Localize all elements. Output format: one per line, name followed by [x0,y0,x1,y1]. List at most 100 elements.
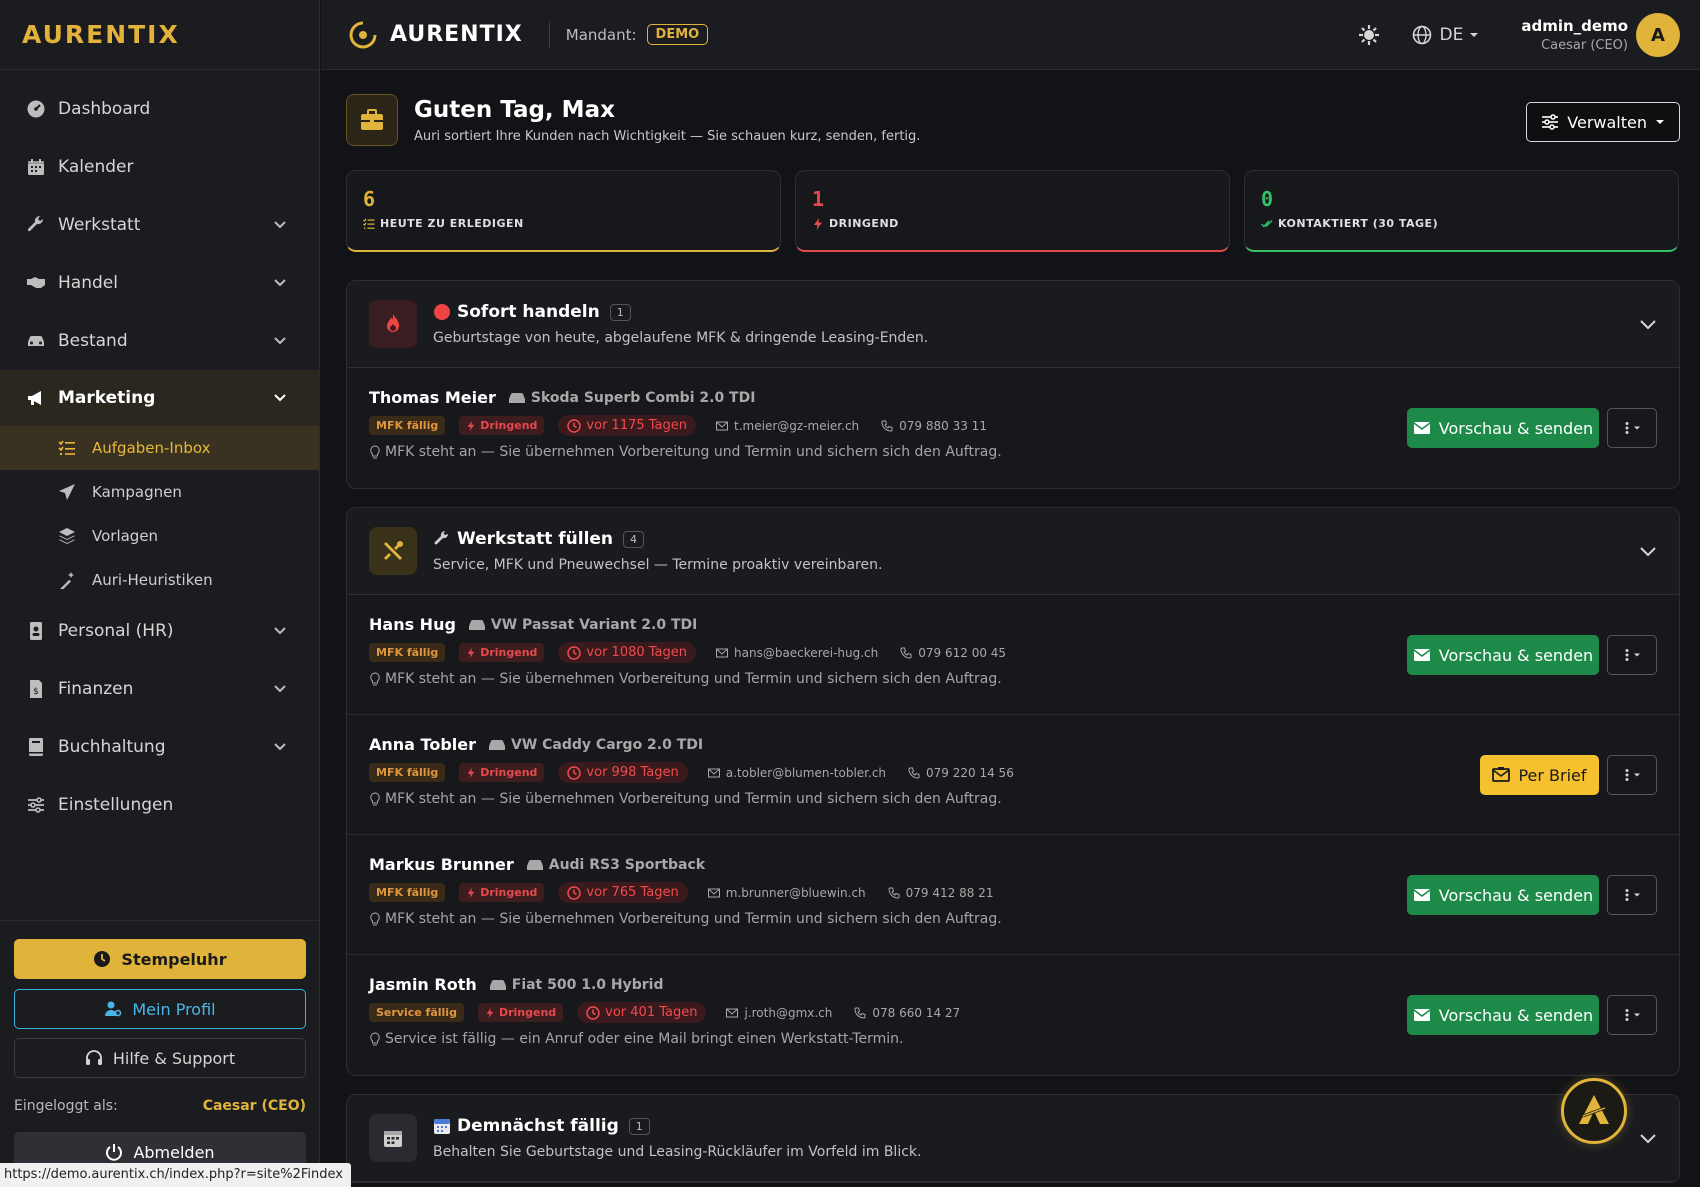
sidebar-item-kalender[interactable]: Kalender [0,138,319,196]
car-icon [526,859,543,870]
sidebar-item-bestand[interactable]: Bestand [0,312,319,370]
chevron-down-icon [274,627,286,635]
sidebar-item-label: Bestand [58,331,128,351]
envelope-icon [707,888,720,897]
customer-phone[interactable]: 078 660 14 27 [854,1006,960,1020]
sidebar-brand[interactable]: AURENTIX [0,0,319,70]
more-options-button[interactable] [1607,408,1657,448]
chevron-down-icon[interactable] [1639,542,1657,560]
sidebar-item-personal[interactable]: Personal (HR) [0,602,319,660]
mein-profil-label: Mein Profil [132,999,216,1019]
send-button-label: Vorschau & senden [1438,418,1594,438]
age-badge-text: vor 765 Tagen [586,885,679,900]
send-button-label: Vorschau & senden [1438,885,1594,905]
topbar-logo[interactable]: AURENTIX [348,20,523,50]
customer-email[interactable]: j.roth@gmx.ch [726,1006,832,1020]
page-header: Guten Tag, Max Auri sortiert Ihre Kunden… [346,70,1680,170]
customer-phone[interactable]: 079 612 00 45 [900,646,1006,660]
send-button-label: Vorschau & senden [1438,645,1594,665]
customer-phone[interactable]: 079 880 33 11 [881,419,987,433]
per-brief-button[interactable]: Per Brief [1480,755,1599,795]
more-options-button[interactable] [1607,755,1657,795]
chevron-down-icon [274,337,286,345]
status-badge: Service fällig [369,1003,464,1022]
stat-card-heute[interactable]: 6 HEUTE ZU ERLEDIGEN [346,170,781,252]
sidebar-item-handel[interactable]: Handel [0,254,319,312]
task-actions: Vorschau & senden [1407,635,1657,675]
sidebar-subitem-label: Aufgaben-Inbox [92,439,211,457]
vehicle-info: Fiat 500 1.0 Hybrid [489,977,664,993]
section-header[interactable]: Demnächst fällig 1 Behalten Sie Geburtst… [347,1095,1679,1182]
customer-email[interactable]: a.tobler@blumen-tobler.ch [707,766,886,780]
sidebar-subitem-auri-heuristiken[interactable]: Auri-Heuristiken [0,558,319,602]
customer-email[interactable]: m.brunner@bluewin.ch [707,886,866,900]
customer-phone[interactable]: 079 220 14 56 [908,766,1014,780]
customer-name[interactable]: Markus Brunner [369,855,514,874]
customer-name[interactable]: Anna Tobler [369,735,476,754]
stats-row: 6 HEUTE ZU ERLEDIGEN 1 DRINGEND 0 KONTAK… [346,170,1680,252]
vehicle-info: Skoda Superb Combi 2.0 TDI [508,390,755,406]
customer-name[interactable]: Hans Hug [369,615,456,634]
phone-icon [888,887,900,899]
bolt-icon [467,420,475,431]
avatar[interactable]: A [1636,13,1680,57]
customer-name[interactable]: Jasmin Roth [369,975,477,994]
user-menu[interactable]: admin_demo Caesar (CEO) [1521,17,1628,53]
age-badge-text: vor 401 Tagen [605,1005,698,1020]
verwalten-button[interactable]: Verwalten [1526,102,1680,142]
sidebar-item-buchhaltung[interactable]: Buchhaltung [0,718,319,776]
car-icon [489,979,506,990]
topbar-right: DE admin_demo Caesar (CEO) A [1358,0,1700,70]
phone-icon [854,1007,866,1019]
hilfe-support-button[interactable]: Hilfe & Support [14,1038,306,1078]
sidebar-item-werkstatt[interactable]: Werkstatt [0,196,319,254]
mandant-badge: DEMO [646,24,709,45]
age-badge: vor 1175 Tagen [558,415,697,436]
customer-name[interactable]: Thomas Meier [369,388,496,407]
stempeluhr-button[interactable]: Stempeluhr [14,939,306,979]
sidebar-item-finanzen[interactable]: $ Finanzen [0,660,319,718]
vehicle-name: VW Caddy Cargo 2.0 TDI [511,736,704,753]
envelope-icon [1413,889,1431,901]
auri-assistant-button[interactable] [1561,1078,1627,1144]
urgent-badge-text: Dringend [498,1006,557,1019]
mandant-selector[interactable]: Mandant: DEMO [566,24,709,45]
envelope-icon [716,421,729,430]
vehicle-name: Fiat 500 1.0 Hybrid [511,976,664,993]
sidebar-item-dashboard[interactable]: Dashboard [0,80,319,138]
red-circle-icon [433,303,451,321]
age-badge-text: vor 1080 Tagen [586,645,688,660]
sliders-icon [24,793,48,817]
vorschau-senden-button[interactable]: Vorschau & senden [1407,635,1599,675]
sidebar-item-marketing[interactable]: Marketing [0,370,319,426]
abmelden-label: Abmelden [133,1142,215,1162]
vorschau-senden-button[interactable]: Vorschau & senden [1407,995,1599,1035]
language-dropdown[interactable]: DE [1412,25,1488,45]
sidebar-subitem-kampagnen[interactable]: Kampagnen [0,470,319,514]
stat-card-kontaktiert[interactable]: 0 KONTAKTIERT (30 TAGE) [1244,170,1679,252]
sidebar-item-einstellungen[interactable]: Einstellungen [0,776,319,834]
more-options-button[interactable] [1607,635,1657,675]
stat-value: 0 [1261,187,1274,211]
sidebar-subitem-vorlagen[interactable]: Vorlagen [0,514,319,558]
more-options-button[interactable] [1607,995,1657,1035]
customer-email[interactable]: t.meier@gz-meier.ch [716,419,859,433]
stat-label: DRINGEND [812,217,1213,230]
section-header[interactable]: Werkstatt füllen 4 Service, MFK und Pneu… [347,508,1679,595]
customer-email[interactable]: hans@baeckerei-hug.ch [716,646,878,660]
chevron-down-icon[interactable] [1639,315,1657,333]
theme-toggle-icon[interactable] [1358,24,1380,46]
vorschau-senden-button[interactable]: Vorschau & senden [1407,875,1599,915]
paper-plane-icon [58,483,76,501]
stat-card-dringend[interactable]: 1 DRINGEND [795,170,1230,252]
section-header[interactable]: Sofort handeln 1 Geburtstage von heute, … [347,281,1679,368]
urgent-badge-text: Dringend [480,766,538,779]
email-text: t.meier@gz-meier.ch [734,418,860,433]
chevron-down-icon[interactable] [1639,1129,1657,1147]
sidebar-subitem-aufgaben-inbox[interactable]: Aufgaben-Inbox [0,426,319,470]
mein-profil-button[interactable]: Mein Profil [14,989,306,1029]
more-options-button[interactable] [1607,875,1657,915]
vorschau-senden-button[interactable]: Vorschau & senden [1407,408,1599,448]
list-check-icon [363,218,375,229]
customer-phone[interactable]: 079 412 88 21 [888,886,993,900]
